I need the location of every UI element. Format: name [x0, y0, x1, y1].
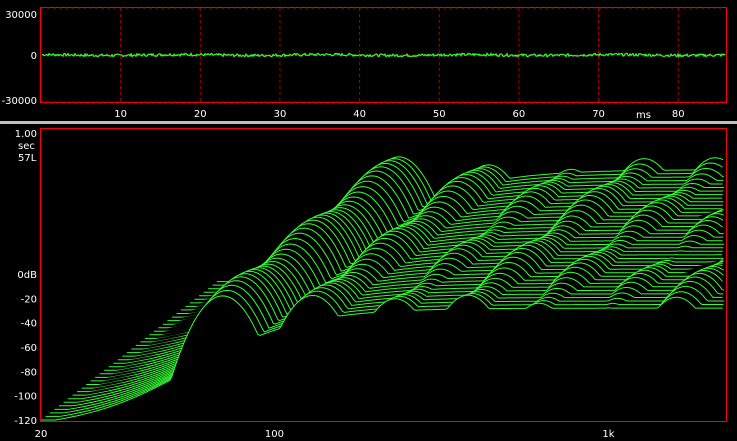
waveform-y-tick-bottom: -30000: [2, 96, 37, 107]
waveform-y-tick-top: 30000: [5, 10, 37, 21]
waterfall-y-tick: -120: [14, 416, 37, 427]
waterfall-panel: 1.00 sec 57L 0dB -20 -40 -60 -80 -100 -120 20 1…: [0, 124, 737, 441]
waterfall-slices: [41, 156, 725, 421]
waveform-x-tick: 20: [194, 109, 207, 120]
waterfall-y-tick: -60: [21, 343, 37, 354]
waveform-x-tick: 40: [353, 109, 366, 120]
waveform-x-tick: 70: [592, 109, 605, 120]
waterfall-time-unit: sec: [18, 141, 35, 152]
waterfall-y-tick: 0dB: [17, 270, 37, 281]
waveform-trace: [41, 51, 726, 59]
waveform-x-unit: ms: [636, 110, 651, 121]
waterfall-y-tick: -80: [21, 367, 37, 378]
waveform-x-tick: 50: [433, 109, 446, 120]
waveform-x-tick: 80: [672, 109, 685, 120]
waveform-x-tick: 10: [114, 109, 127, 120]
waterfall-x-tick: 20: [35, 429, 48, 440]
waterfall-y-axis: 0dB -20 -40 -60 -80 -100 -120: [14, 270, 37, 427]
waterfall-y-tick: -20: [21, 294, 37, 305]
waterfall-y-tick: -40: [21, 319, 37, 330]
waterfall-x-tick: 100: [265, 429, 284, 440]
waterfall-time-label: 1.00: [15, 129, 37, 140]
waterfall-chart: 1.00 sec 57L 0dB -20 -40 -60 -80 -100 -120 20 1…: [14, 128, 727, 440]
waterfall-x-tick: 1k: [602, 429, 614, 440]
waveform-chart: 30000 0 -30000 10 20 30 40 50 60 70 80 ms: [2, 7, 727, 121]
waterfall-x-axis: 201001k10k: [35, 429, 615, 440]
waterfall-channel-label: 57L: [18, 153, 37, 164]
waveform-x-axis: 10 20 30 40 50 60 70 80: [114, 109, 684, 120]
waterfall-y-tick: -100: [14, 392, 37, 403]
waveform-x-tick: 60: [513, 109, 526, 120]
waveform-y-tick-zero: 0: [31, 51, 37, 62]
waveform-panel: 30000 0 -30000 10 20 30 40 50 60 70 80 ms: [0, 0, 737, 121]
waveform-x-tick: 30: [274, 109, 287, 120]
waveform-y-axis: 30000 0 -30000: [2, 10, 37, 107]
